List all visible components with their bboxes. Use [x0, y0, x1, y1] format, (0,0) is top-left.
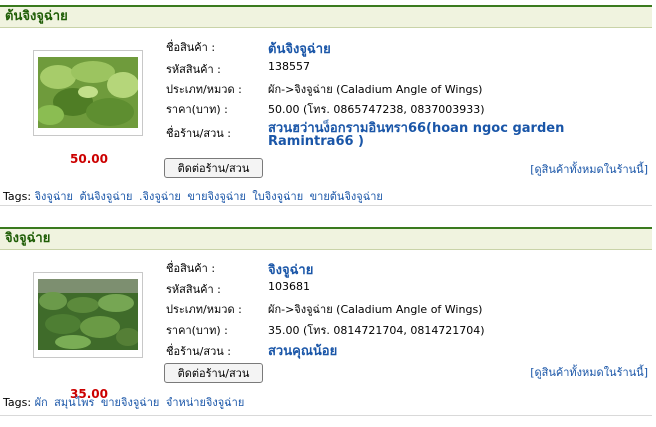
product-code-label: รหัสสินค้า : [166, 63, 221, 76]
product-name-link[interactable]: จิงจูฉ่าย [268, 259, 313, 280]
category-label: ประเภท/หมวด : [166, 83, 242, 96]
product-name-label: ชื่อสินค้า : [166, 41, 216, 54]
tag-link[interactable]: จำหน่ายจิงจูฉ่าย [166, 396, 244, 409]
contact-shop-button[interactable]: ติดต่อร้าน/สวน [164, 158, 263, 178]
tag-link[interactable]: ขายจิงจูฉ่าย [187, 190, 246, 203]
product-card-header[interactable]: จิงจูฉ่าย [0, 227, 652, 250]
shop-label: ชื่อร้าน/สวน : [166, 345, 231, 358]
shop-name-link-continued[interactable]: Ramintra66 ) [268, 134, 364, 149]
price-label: ราคา(บาท) : [166, 324, 228, 337]
divider [0, 205, 652, 206]
product-code: 103681 [268, 280, 310, 293]
divider [0, 415, 652, 416]
tags-label: Tags: [3, 190, 32, 203]
tags-label: Tags: [3, 396, 32, 409]
tag-link[interactable]: .จิงจูฉ่าย [139, 190, 181, 203]
product-code: 138557 [268, 60, 310, 73]
price-label: ราคา(บาท) : [166, 103, 228, 116]
tag-link[interactable]: ใบจิงจูฉ่าย [252, 190, 303, 203]
product-name-label: ชื่อสินค้า : [166, 262, 216, 275]
tags-row: Tags: จิงจูฉ่าย ต้นจิงจูฉ่าย .จิงจูฉ่าย … [3, 187, 386, 205]
all-products-link[interactable]: [ดูสินค้าทั้งหมดในร้านนี้] [530, 363, 648, 381]
tag-link[interactable]: ต้นจิงจูฉ่าย [79, 190, 132, 203]
price-value: 50.00 (โทร. 0865747238, 0837003933) [268, 103, 485, 116]
category-label: ประเภท/หมวด : [166, 303, 242, 316]
shop-name-link[interactable]: สวนคุณน้อย [268, 340, 337, 361]
tag-link[interactable]: จิงจูฉ่าย [35, 190, 73, 203]
contact-shop-button[interactable]: ติดต่อร้าน/สวน [164, 363, 263, 383]
tag-link[interactable]: ขายต้นจิงจูฉ่าย [310, 190, 383, 203]
tag-link[interactable]: สมุนไพร [54, 396, 94, 409]
product-thumbnail[interactable] [33, 50, 143, 136]
product-card: ต้นจิงจูฉ่าย 50.00 ชื่อสินค้า : ต้นจิงจู… [0, 5, 652, 203]
product-name-link[interactable]: ต้นจิงจูฉ่าย [268, 38, 331, 59]
price-tag: 50.00 [70, 152, 108, 166]
product-card-header[interactable]: ต้นจิงจูฉ่าย [0, 5, 652, 28]
price-value: 35.00 (โทร. 0814721704, 0814721704) [268, 324, 485, 337]
tag-link[interactable]: ขายจิงจูฉ่าย [101, 396, 160, 409]
tags-row: Tags: ผัก สมุนไพร ขายจิงจูฉ่าย จำหน่ายจิ… [3, 393, 247, 411]
plant-photo-icon[interactable] [38, 279, 138, 350]
all-products-link[interactable]: [ดูสินค้าทั้งหมดในร้านนี้] [530, 160, 648, 178]
product-card: จิงจูฉ่าย 35.00 ชื่อสินค้า : จิงจูฉ่าย ร… [0, 227, 652, 411]
plant-photo-icon[interactable] [38, 57, 138, 128]
product-code-label: รหัสสินค้า : [166, 283, 221, 296]
category-value: ผัก->จิงจูฉ่าย (Caladium Angle of Wings) [268, 303, 483, 316]
product-thumbnail[interactable] [33, 272, 143, 358]
shop-label: ชื่อร้าน/สวน : [166, 127, 231, 140]
category-value: ผัก->จิงจูฉ่าย (Caladium Angle of Wings) [268, 83, 483, 96]
tag-link[interactable]: ผัก [35, 396, 48, 409]
